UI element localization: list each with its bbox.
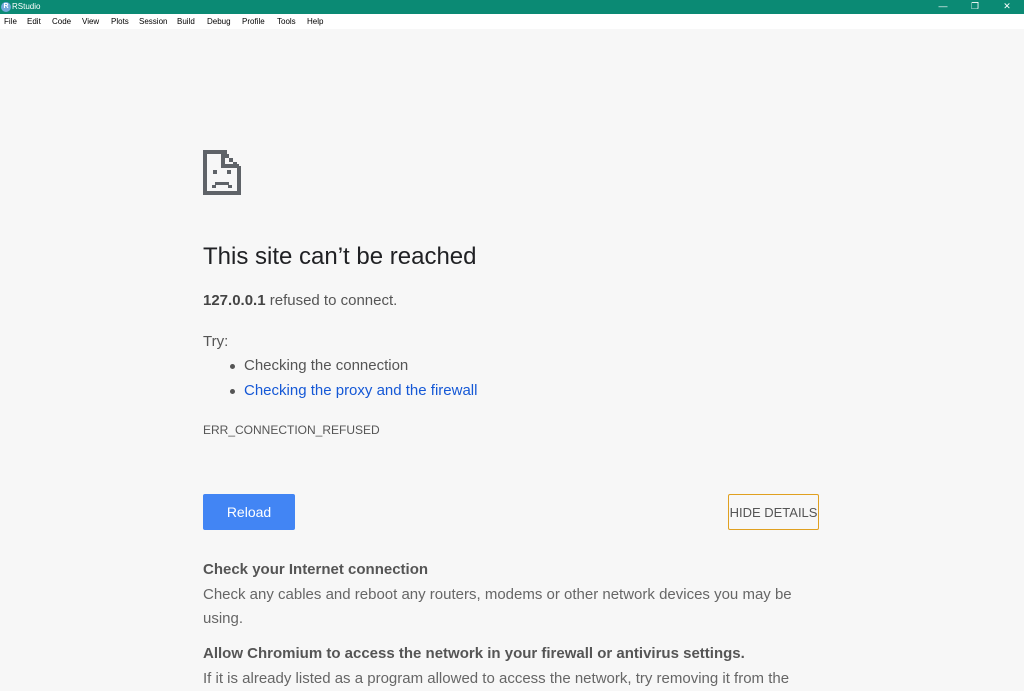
window-title: RStudio — [12, 2, 41, 11]
sad-page-icon — [203, 150, 241, 195]
error-heading: This site can’t be reached — [203, 243, 477, 270]
menu-debug[interactable]: Debug — [207, 14, 231, 29]
minimize-button[interactable]: — — [928, 0, 958, 14]
menu-session[interactable]: Session — [139, 14, 167, 29]
menu-help[interactable]: Help — [307, 14, 323, 29]
suggestion-check-proxy-link[interactable]: Checking the proxy and the firewall — [229, 382, 477, 399]
details-body-internet: Check any cables and reboot any routers,… — [203, 586, 792, 627]
title-bar: R RStudio — ❐ ✕ — [0, 0, 1024, 14]
error-host-suffix: refused to connect. — [265, 292, 398, 309]
reload-button[interactable]: Reload — [203, 494, 295, 530]
menu-view[interactable]: View — [82, 14, 99, 29]
rstudio-logo-icon: R — [1, 2, 11, 12]
error-summary: 127.0.0.1 refused to connect. — [203, 292, 397, 309]
menu-profile[interactable]: Profile — [242, 14, 265, 29]
try-label: Try: — [203, 333, 229, 350]
menu-code[interactable]: Code — [52, 14, 71, 29]
menu-edit[interactable]: Edit — [27, 14, 41, 29]
details-heading-firewall: Allow Chromium to access the network in … — [203, 645, 745, 662]
menu-bar: File Edit Code View Plots Session Build … — [0, 14, 1024, 29]
menu-file[interactable]: File — [4, 14, 17, 29]
menu-plots[interactable]: Plots — [111, 14, 129, 29]
error-host: 127.0.0.1 — [203, 292, 266, 309]
close-button[interactable]: ✕ — [992, 0, 1022, 14]
details-body-firewall: If it is already listed as a program all… — [203, 670, 790, 687]
menu-build[interactable]: Build — [177, 14, 195, 29]
suggestion-check-connection: Checking the connection — [229, 357, 409, 374]
error-code: ERR_CONNECTION_REFUSED — [203, 423, 380, 437]
details-heading-internet: Check your Internet connection — [203, 561, 429, 578]
hide-details-button[interactable]: HIDE DETAILS — [728, 494, 819, 530]
menu-tools[interactable]: Tools — [277, 14, 296, 29]
restore-button[interactable]: ❐ — [960, 0, 990, 14]
